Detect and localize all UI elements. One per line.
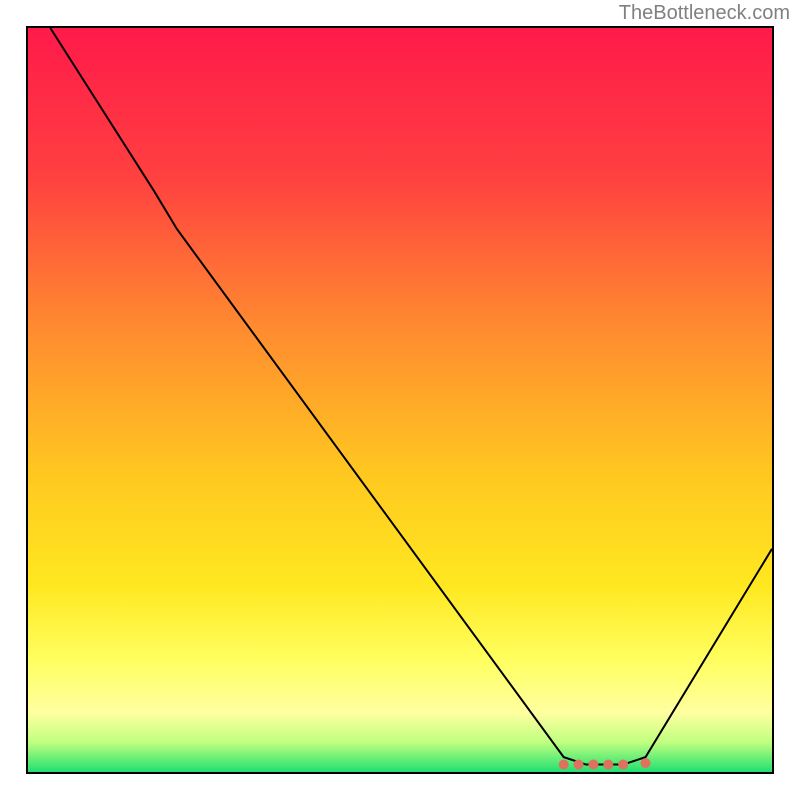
chart-frame — [26, 26, 774, 774]
watermark-text: TheBottleneck.com — [619, 2, 790, 25]
chart-markers — [28, 28, 772, 772]
